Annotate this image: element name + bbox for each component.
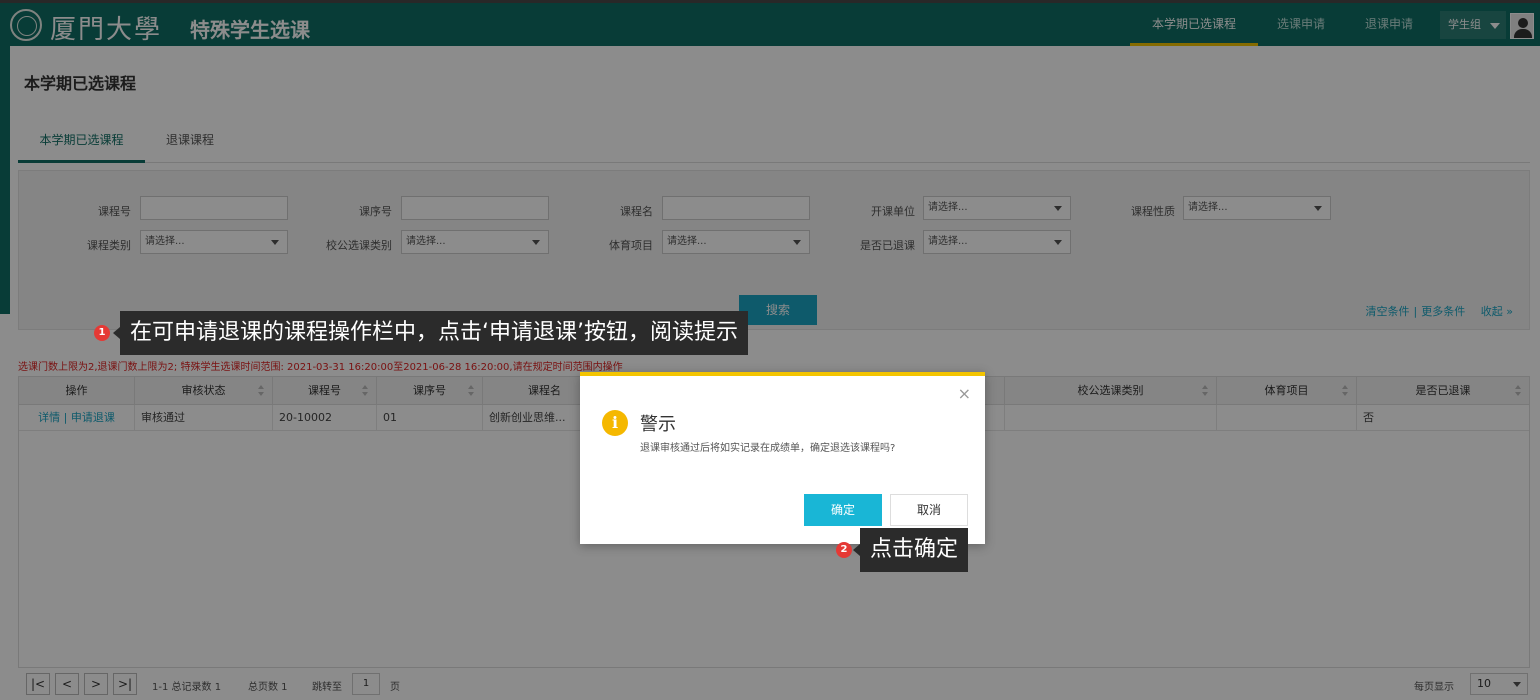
- dialog-title: 警示: [640, 414, 676, 435]
- step-2-badge: 2: [836, 542, 852, 558]
- step-2-callout: 点击确定: [852, 528, 969, 572]
- warning-dialog: × i 警示 退课审核通过后将如实记录在成绩单，确定退选该课程吗? 确定 取消: [580, 372, 985, 544]
- cancel-button[interactable]: 取消: [890, 494, 968, 526]
- confirm-button[interactable]: 确定: [804, 494, 882, 526]
- dialog-message: 退课审核通过后将如实记录在成绩单，确定退选该课程吗?: [640, 443, 896, 454]
- close-icon[interactable]: ×: [958, 384, 971, 403]
- step-1-badge: 1: [94, 325, 110, 341]
- info-warning-icon: i: [602, 410, 628, 436]
- step-1-callout: 在可申请退课的课程操作栏中，点击‘申请退课’按钮，阅读提示: [113, 311, 748, 355]
